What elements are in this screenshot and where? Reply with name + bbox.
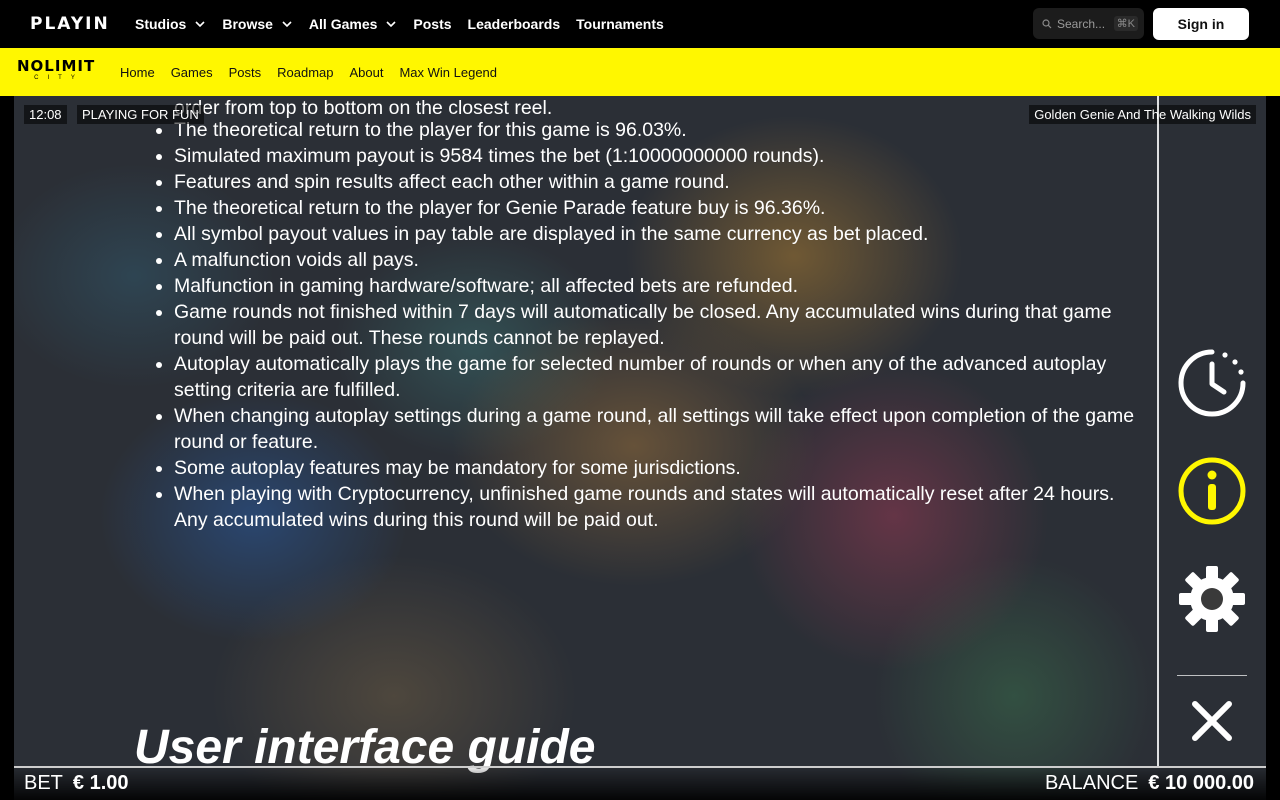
- nav-item-label: Tournaments: [576, 16, 664, 32]
- balance-display: BALANCE € 10 000.00: [1045, 772, 1254, 795]
- studio-logo-sub: CITY: [34, 75, 84, 81]
- sign-in-button[interactable]: Sign in: [1153, 8, 1249, 40]
- main-nav: Studios Browse All Games Posts Leaderboa…: [135, 0, 680, 48]
- studio-link-home[interactable]: Home: [120, 65, 155, 80]
- balance-value: € 10 000.00: [1148, 772, 1254, 794]
- close-icon: [1192, 701, 1232, 741]
- studio-logo[interactable]: NOLIMIT CITY: [17, 58, 95, 84]
- nav-item-browse[interactable]: Browse: [222, 16, 293, 32]
- settings-button[interactable]: [1176, 563, 1248, 635]
- game-title-badge: Golden Genie And The Walking Wilds: [1029, 105, 1256, 124]
- studio-link-max-win-legend[interactable]: Max Win Legend: [399, 65, 497, 80]
- list-item: When changing autoplay settings during a…: [174, 403, 1149, 455]
- search-shortcut: ⌘K: [1113, 16, 1138, 31]
- studio-logo-main: NOLIMIT: [17, 57, 96, 75]
- studio-link-posts[interactable]: Posts: [229, 65, 262, 80]
- side-separator: [1177, 675, 1247, 676]
- nav-item-studios[interactable]: Studios: [135, 16, 206, 32]
- studio-nav: Home Games Posts Roadmap About Max Win L…: [120, 48, 513, 96]
- list-item: The theoretical return to the player for…: [174, 117, 1149, 143]
- game-status-bar: BET € 1.00 BALANCE € 10 000.00: [14, 766, 1266, 800]
- list-item: Features and spin results affect each ot…: [174, 169, 1149, 195]
- history-button[interactable]: [1176, 347, 1248, 419]
- search-box[interactable]: ⌘K: [1033, 8, 1144, 39]
- list-item: Game rounds not finished within 7 days w…: [174, 299, 1149, 351]
- nav-item-label: Posts: [413, 16, 452, 32]
- bet-label: BET: [24, 772, 63, 794]
- bet-display: BET € 1.00: [24, 772, 129, 795]
- panel-divider: [1157, 96, 1159, 766]
- nav-item-label: All Games: [308, 16, 378, 32]
- nav-item-posts[interactable]: Posts: [413, 16, 451, 32]
- list-item: Autoplay automatically plays the game fo…: [174, 351, 1149, 403]
- close-button[interactable]: [1176, 685, 1248, 757]
- nav-item-leaderboards[interactable]: Leaderboards: [468, 16, 561, 32]
- top-navigation: PLAYIN Studios Browse All Games Posts Le…: [0, 0, 1280, 48]
- list-item: All symbol payout values in pay table ar…: [174, 221, 1149, 247]
- nav-item-label: Studios: [135, 16, 187, 32]
- play-mode-badge: PLAYING FOR FUN: [77, 105, 204, 124]
- nav-item-all-games[interactable]: All Games: [309, 16, 397, 32]
- studio-bar: NOLIMIT CITY Home Games Posts Roadmap Ab…: [0, 48, 1280, 96]
- studio-link-about[interactable]: About: [349, 65, 383, 80]
- rules-list: The theoretical return to the player for…: [174, 117, 1149, 533]
- list-item: Malfunction in gaming hardware/software;…: [174, 273, 1149, 299]
- search-icon: [1042, 18, 1052, 28]
- game-rules-panel[interactable]: order from top to bottom on the closest …: [14, 96, 1266, 800]
- site-logo[interactable]: PLAYIN: [30, 14, 110, 34]
- list-item: The theoretical return to the player for…: [174, 195, 1149, 221]
- list-item: When playing with Cryptocurrency, unfini…: [174, 481, 1149, 533]
- info-icon: [1178, 457, 1246, 525]
- list-item: Some autoplay features may be mandatory …: [174, 455, 1149, 481]
- nav-item-label: Browse: [222, 16, 273, 32]
- nav-item-tournaments[interactable]: Tournaments: [576, 16, 664, 32]
- search-input[interactable]: [1057, 16, 1115, 31]
- studio-link-roadmap[interactable]: Roadmap: [277, 65, 333, 80]
- bet-value: € 1.00: [72, 772, 129, 794]
- gear-icon: [1179, 566, 1245, 632]
- info-button[interactable]: [1176, 455, 1248, 527]
- nav-item-label: Leaderboards: [467, 16, 561, 32]
- game-frame[interactable]: order from top to bottom on the closest …: [14, 96, 1266, 800]
- studio-link-games[interactable]: Games: [171, 65, 213, 80]
- chevron-down-icon: [386, 21, 396, 28]
- list-item: Simulated maximum payout is 9584 times t…: [174, 143, 1149, 169]
- balance-label: BALANCE: [1044, 772, 1139, 794]
- chevron-down-icon: [195, 21, 205, 28]
- history-clock-icon: [1178, 349, 1246, 417]
- list-item: A malfunction voids all pays.: [174, 247, 1149, 273]
- clock-badge: 12:08: [24, 105, 67, 124]
- chevron-down-icon: [282, 21, 292, 28]
